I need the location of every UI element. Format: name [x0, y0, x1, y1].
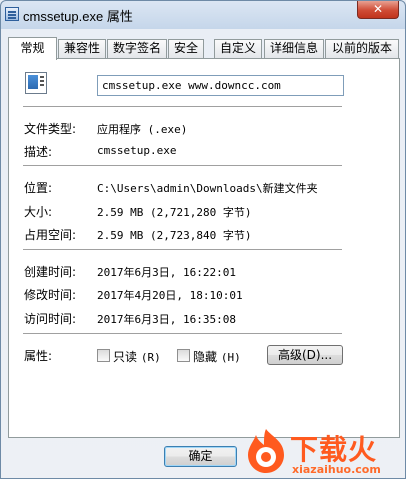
- hidden-label[interactable]: 隐藏 (H): [193, 348, 241, 365]
- readonly-label[interactable]: 只读 (R): [113, 348, 161, 365]
- tab-security[interactable]: 安全: [168, 39, 204, 58]
- tab-details[interactable]: 详细信息: [264, 39, 324, 58]
- watermark-url: xiazaihuo.com: [292, 463, 381, 476]
- watermark-logo: 下载火 xiazaihuo.com: [242, 427, 404, 479]
- properties-window: cmssetup.exe 属性 ✕ 常规 兼容性 数字签名 安全 自定义 详细信…: [0, 0, 406, 479]
- advanced-button[interactable]: 高级(D)...: [267, 345, 343, 365]
- size-on-disk-label: 占用空间:: [24, 228, 77, 242]
- accessed-value: 2017年6月3日, 16:35:08: [97, 313, 236, 326]
- flame-logo-icon: [248, 429, 284, 473]
- readonly-checkbox[interactable]: [97, 349, 110, 362]
- size-on-disk-value: 2.59 MB (2,723,840 字节): [97, 229, 252, 242]
- close-button[interactable]: ✕: [357, 1, 399, 19]
- exe-file-icon: [25, 72, 47, 94]
- accessed-label: 访问时间:: [24, 312, 77, 326]
- hidden-accelerator: (H): [220, 351, 241, 364]
- size-value: 2.59 MB (2,721,280 字节): [97, 206, 252, 219]
- separator: [23, 106, 342, 108]
- separator: [23, 333, 342, 335]
- hidden-checkbox[interactable]: [177, 349, 190, 362]
- tab-previous-versions[interactable]: 以前的版本: [325, 39, 399, 58]
- tab-strip: 常规 兼容性 数字签名 安全 自定义 详细信息 以前的版本: [8, 37, 400, 60]
- ok-button[interactable]: 确定: [164, 446, 237, 467]
- attributes-label: 属性:: [24, 349, 53, 363]
- file-type-value: 应用程序 (.exe): [97, 123, 188, 136]
- title-bar[interactable]: cmssetup.exe 属性 ✕: [1, 1, 405, 29]
- location-label: 位置:: [24, 181, 53, 195]
- separator: [23, 165, 342, 167]
- hidden-text: 隐藏: [193, 350, 218, 364]
- separator: [23, 249, 342, 251]
- modified-value: 2017年4月20日, 18:10:01: [97, 289, 243, 302]
- window-title: cmssetup.exe 属性: [23, 9, 133, 24]
- description-value: cmssetup.exe: [97, 144, 177, 157]
- file-type-label: 文件类型:: [24, 122, 77, 136]
- readonly-text: 只读: [113, 350, 138, 364]
- properties-icon: [5, 7, 19, 21]
- general-panel: cmssetup.exe www.downcc.com 文件类型: 应用程序 (…: [8, 58, 400, 438]
- file-name-input[interactable]: cmssetup.exe www.downcc.com: [97, 75, 344, 96]
- modified-label: 修改时间:: [24, 288, 77, 302]
- tab-general[interactable]: 常规: [8, 37, 57, 60]
- readonly-accelerator: (R): [140, 351, 161, 364]
- tab-digital-signatures[interactable]: 数字签名: [107, 39, 167, 58]
- location-value: C:\Users\admin\Downloads\新建文件夹: [97, 182, 318, 195]
- created-label: 创建时间:: [24, 265, 77, 279]
- watermark-text: 下载火: [290, 433, 378, 466]
- description-label: 描述:: [24, 145, 53, 159]
- created-value: 2017年6月3日, 16:22:01: [97, 266, 236, 279]
- size-label: 大小:: [24, 205, 53, 219]
- tab-custom[interactable]: 自定义: [214, 39, 262, 58]
- tab-compatibility[interactable]: 兼容性: [58, 39, 106, 58]
